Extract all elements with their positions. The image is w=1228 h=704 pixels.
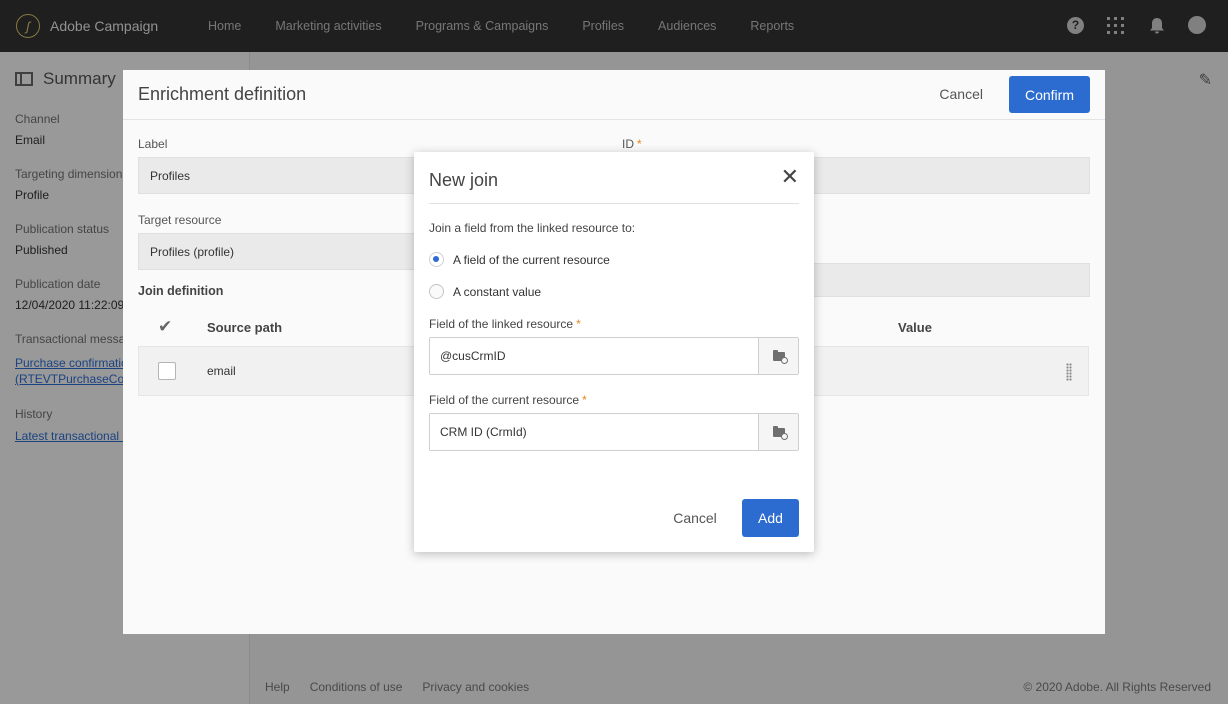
- folder-search-icon: [772, 349, 788, 364]
- current-field-picker-button[interactable]: [758, 414, 798, 450]
- current-field: [429, 413, 799, 451]
- drag-handle-icon[interactable]: [1066, 363, 1072, 381]
- new-join-header: New join ✕: [429, 152, 799, 204]
- col-source-path: Source path: [207, 319, 283, 335]
- cancel-button[interactable]: Cancel: [666, 499, 724, 537]
- required-marker: *: [637, 137, 642, 151]
- close-icon[interactable]: ✕: [781, 166, 799, 188]
- col-value: Value: [898, 319, 932, 335]
- label-field-label: Label: [138, 137, 168, 151]
- folder-search-icon: [772, 425, 788, 440]
- current-field-label: Field of the current resource *: [429, 393, 587, 407]
- join-definition-title: Join definition: [138, 284, 224, 298]
- current-field-input[interactable]: [430, 414, 758, 450]
- linked-field-input[interactable]: [430, 338, 758, 374]
- radio-current-resource-label[interactable]: A field of the current resource: [453, 253, 610, 267]
- select-all-check-icon[interactable]: ✔: [158, 317, 172, 337]
- required-marker: *: [582, 393, 587, 407]
- new-join-dialog: New join ✕ Join a field from the linked …: [414, 152, 814, 552]
- linked-field-label: Field of the linked resource *: [429, 317, 581, 331]
- id-field-label: ID *: [622, 137, 642, 151]
- radio-constant-value-label[interactable]: A constant value: [453, 285, 541, 299]
- enrichment-header: Enrichment definition Cancel Confirm: [123, 70, 1105, 120]
- enrichment-confirm-button[interactable]: Confirm: [1009, 76, 1090, 113]
- new-join-title: New join: [429, 170, 499, 190]
- linked-field-picker-button[interactable]: [758, 338, 798, 374]
- add-button[interactable]: Add: [742, 499, 799, 537]
- required-marker: *: [576, 317, 581, 331]
- radio-constant-value[interactable]: [429, 284, 444, 299]
- radio-current-resource[interactable]: [429, 252, 444, 267]
- row-source-path: email: [207, 364, 236, 378]
- join-intro-text: Join a field from the linked resource to…: [429, 221, 636, 235]
- enrichment-title: Enrichment definition: [138, 84, 307, 104]
- enrichment-cancel-button[interactable]: Cancel: [939, 86, 983, 102]
- target-resource-label: Target resource: [138, 213, 222, 227]
- linked-field: [429, 337, 799, 375]
- row-checkbox[interactable]: [158, 362, 176, 380]
